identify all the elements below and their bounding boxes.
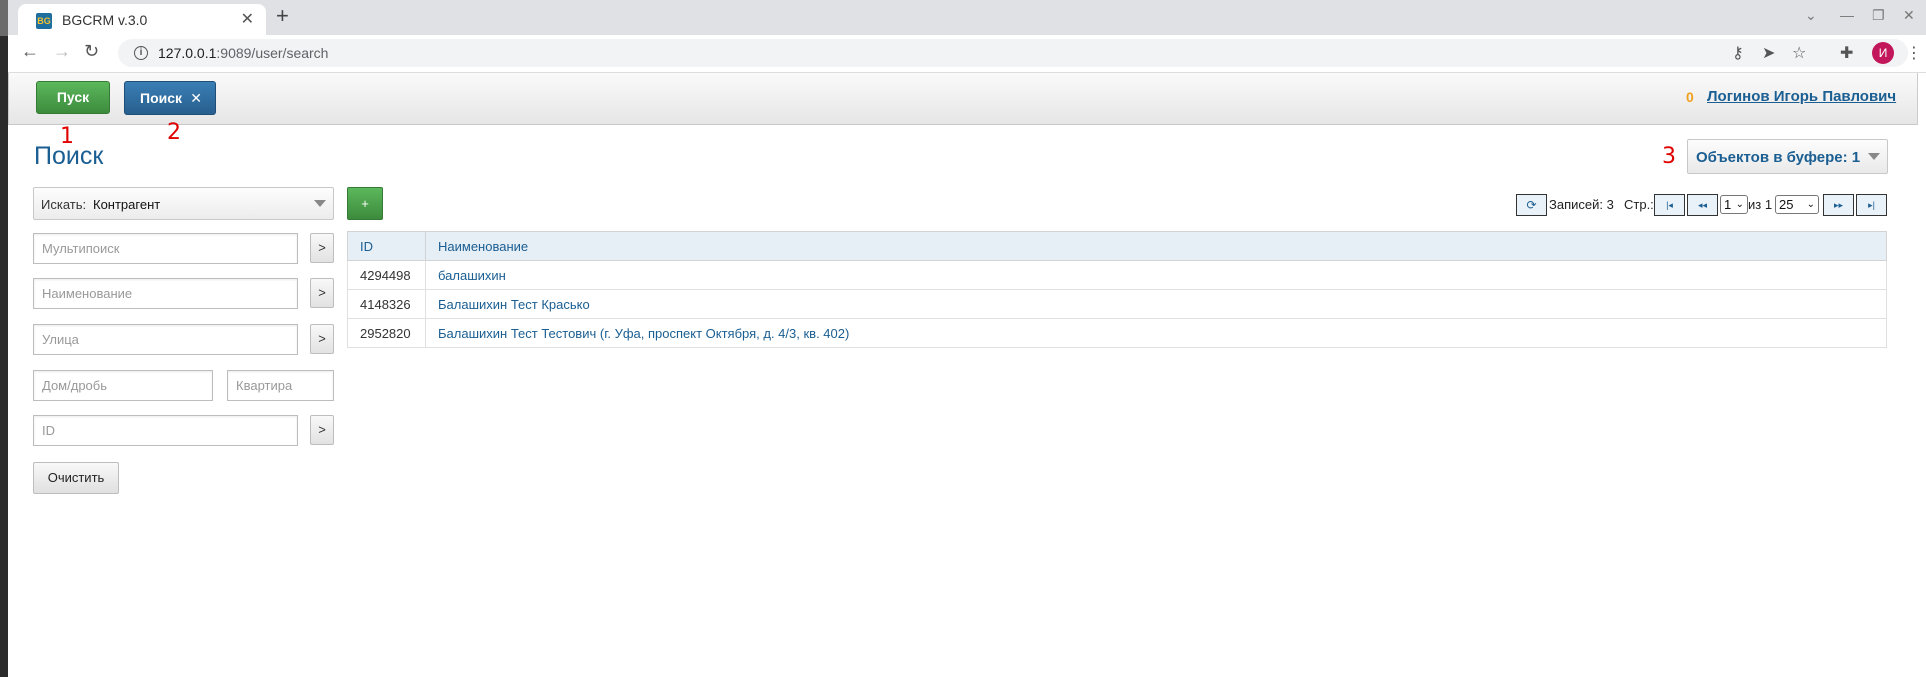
table-row[interactable]: 2952820 Балашихин Тест Тестович (г. Уфа,…: [347, 318, 1887, 348]
start-button[interactable]: Пуск: [36, 81, 110, 114]
tab-search-chevron-icon[interactable]: ⌄: [1805, 7, 1817, 24]
tab-close-icon[interactable]: ✕: [241, 9, 254, 29]
first-page-button[interactable]: |◂: [1654, 194, 1685, 216]
row-name-link[interactable]: Балашихин Тест Красько: [425, 289, 1887, 319]
refresh-icon[interactable]: ⟳: [1516, 194, 1547, 216]
name-input[interactable]: Наименование: [33, 278, 298, 309]
annotation-2: 2: [167, 120, 181, 145]
restore-icon[interactable]: ❐: [1872, 7, 1885, 24]
notification-count[interactable]: 0: [1686, 89, 1694, 105]
site-info-icon[interactable]: i: [134, 46, 148, 60]
search-type-value: Контрагент: [93, 197, 161, 212]
buffer-label: Объектов в буфере: 1: [1696, 149, 1861, 166]
chevron-down-icon: [314, 200, 326, 207]
chevron-down-icon: ⌄: [1735, 199, 1744, 210]
row-id: 4294498: [347, 260, 426, 290]
flat-input[interactable]: Квартира: [227, 370, 334, 401]
next-page-button[interactable]: ▸▸: [1823, 194, 1854, 216]
reload-icon[interactable]: ↻: [84, 41, 99, 62]
browser-toolbar: ← → ↻ i 127.0.0.1:9089/user/search ⚷ ➤ ☆…: [8, 35, 1926, 73]
window-close-icon[interactable]: ✕: [1903, 7, 1915, 24]
forward-icon[interactable]: →: [53, 41, 71, 62]
app-header: Пуск Поиск ✕ 0 Логинов Игорь Павлович: [8, 73, 1918, 125]
multisearch-input[interactable]: Мультипоиск: [33, 233, 298, 264]
id-go-button[interactable]: >: [310, 415, 334, 445]
id-input[interactable]: ID: [33, 415, 298, 446]
send-icon[interactable]: ➤: [1762, 43, 1775, 63]
left-edge-strip: [0, 0, 8, 677]
password-key-icon[interactable]: ⚷: [1732, 43, 1744, 63]
browser-tabbar: BG BGCRM v.3.0 ✕ + ⌄ — ❐ ✕: [8, 0, 1926, 35]
buffer-dropdown[interactable]: Объектов в буфере: 1: [1687, 139, 1888, 174]
user-name-link[interactable]: Логинов Игорь Павлович: [1707, 88, 1896, 105]
page-label: Стр.:: [1624, 197, 1654, 212]
page-select-value: 1: [1724, 197, 1732, 212]
url-text: 127.0.0.1:9089/user/search: [158, 45, 329, 61]
street-input[interactable]: Улица: [33, 324, 298, 355]
row-name-link[interactable]: балашихин: [425, 260, 1887, 290]
prev-page-button[interactable]: ◂◂: [1687, 194, 1718, 216]
column-header-id[interactable]: ID: [347, 231, 426, 261]
search-type-select[interactable]: Искать: Контрагент: [33, 187, 334, 220]
page-of-label: из 1: [1748, 197, 1773, 212]
row-id: 2952820: [347, 318, 426, 348]
search-type-label: Искать:: [41, 197, 87, 212]
extensions-icon[interactable]: ✚: [1840, 43, 1853, 63]
minimize-icon[interactable]: —: [1840, 7, 1854, 23]
search-tab-label: Поиск: [140, 90, 183, 106]
column-header-name[interactable]: Наименование: [425, 231, 1887, 261]
chevron-down-icon: [1868, 153, 1880, 160]
annotation-3: 3: [1662, 144, 1676, 169]
bookmark-star-icon[interactable]: ☆: [1792, 43, 1806, 63]
row-id: 4148326: [347, 289, 426, 319]
profile-avatar[interactable]: И: [1872, 42, 1894, 64]
name-go-button[interactable]: >: [310, 278, 334, 308]
table-row[interactable]: 4294498 балашихин: [347, 260, 1887, 290]
browser-tab[interactable]: BG BGCRM v.3.0 ✕: [18, 4, 266, 35]
address-bar[interactable]: i 127.0.0.1:9089/user/search: [118, 39, 1908, 67]
results-table: ID Наименование 4294498 балашихин 414832…: [347, 231, 1887, 348]
last-page-button[interactable]: ▸|: [1856, 194, 1887, 216]
house-input[interactable]: Дом/дробь: [33, 370, 213, 401]
multisearch-go-button[interactable]: >: [310, 233, 334, 263]
close-tab-icon[interactable]: ✕: [190, 82, 202, 114]
search-tab-button[interactable]: Поиск ✕: [124, 81, 216, 115]
menu-kebab-icon[interactable]: ⋮: [1906, 43, 1922, 63]
page-select[interactable]: 1 ⌄: [1720, 195, 1748, 214]
app-favicon-icon: BG: [36, 13, 52, 29]
clear-button[interactable]: Очистить: [33, 462, 119, 494]
new-tab-icon[interactable]: +: [276, 3, 289, 29]
table-header-row: ID Наименование: [347, 231, 1887, 261]
street-go-button[interactable]: >: [310, 324, 334, 354]
back-icon[interactable]: ←: [21, 41, 39, 62]
tab-title: BGCRM v.3.0: [62, 12, 148, 28]
add-button[interactable]: +: [347, 187, 383, 220]
page-size-value: 25: [1779, 197, 1794, 212]
page-title: Поиск: [34, 142, 104, 170]
chevron-down-icon: ⌄: [1806, 199, 1815, 210]
page-size-select[interactable]: 25 ⌄: [1775, 195, 1819, 214]
records-count: Записей: 3: [1549, 197, 1614, 212]
row-name-link[interactable]: Балашихин Тест Тестович (г. Уфа, проспек…: [425, 318, 1887, 348]
table-row[interactable]: 4148326 Балашихин Тест Красько: [347, 289, 1887, 319]
